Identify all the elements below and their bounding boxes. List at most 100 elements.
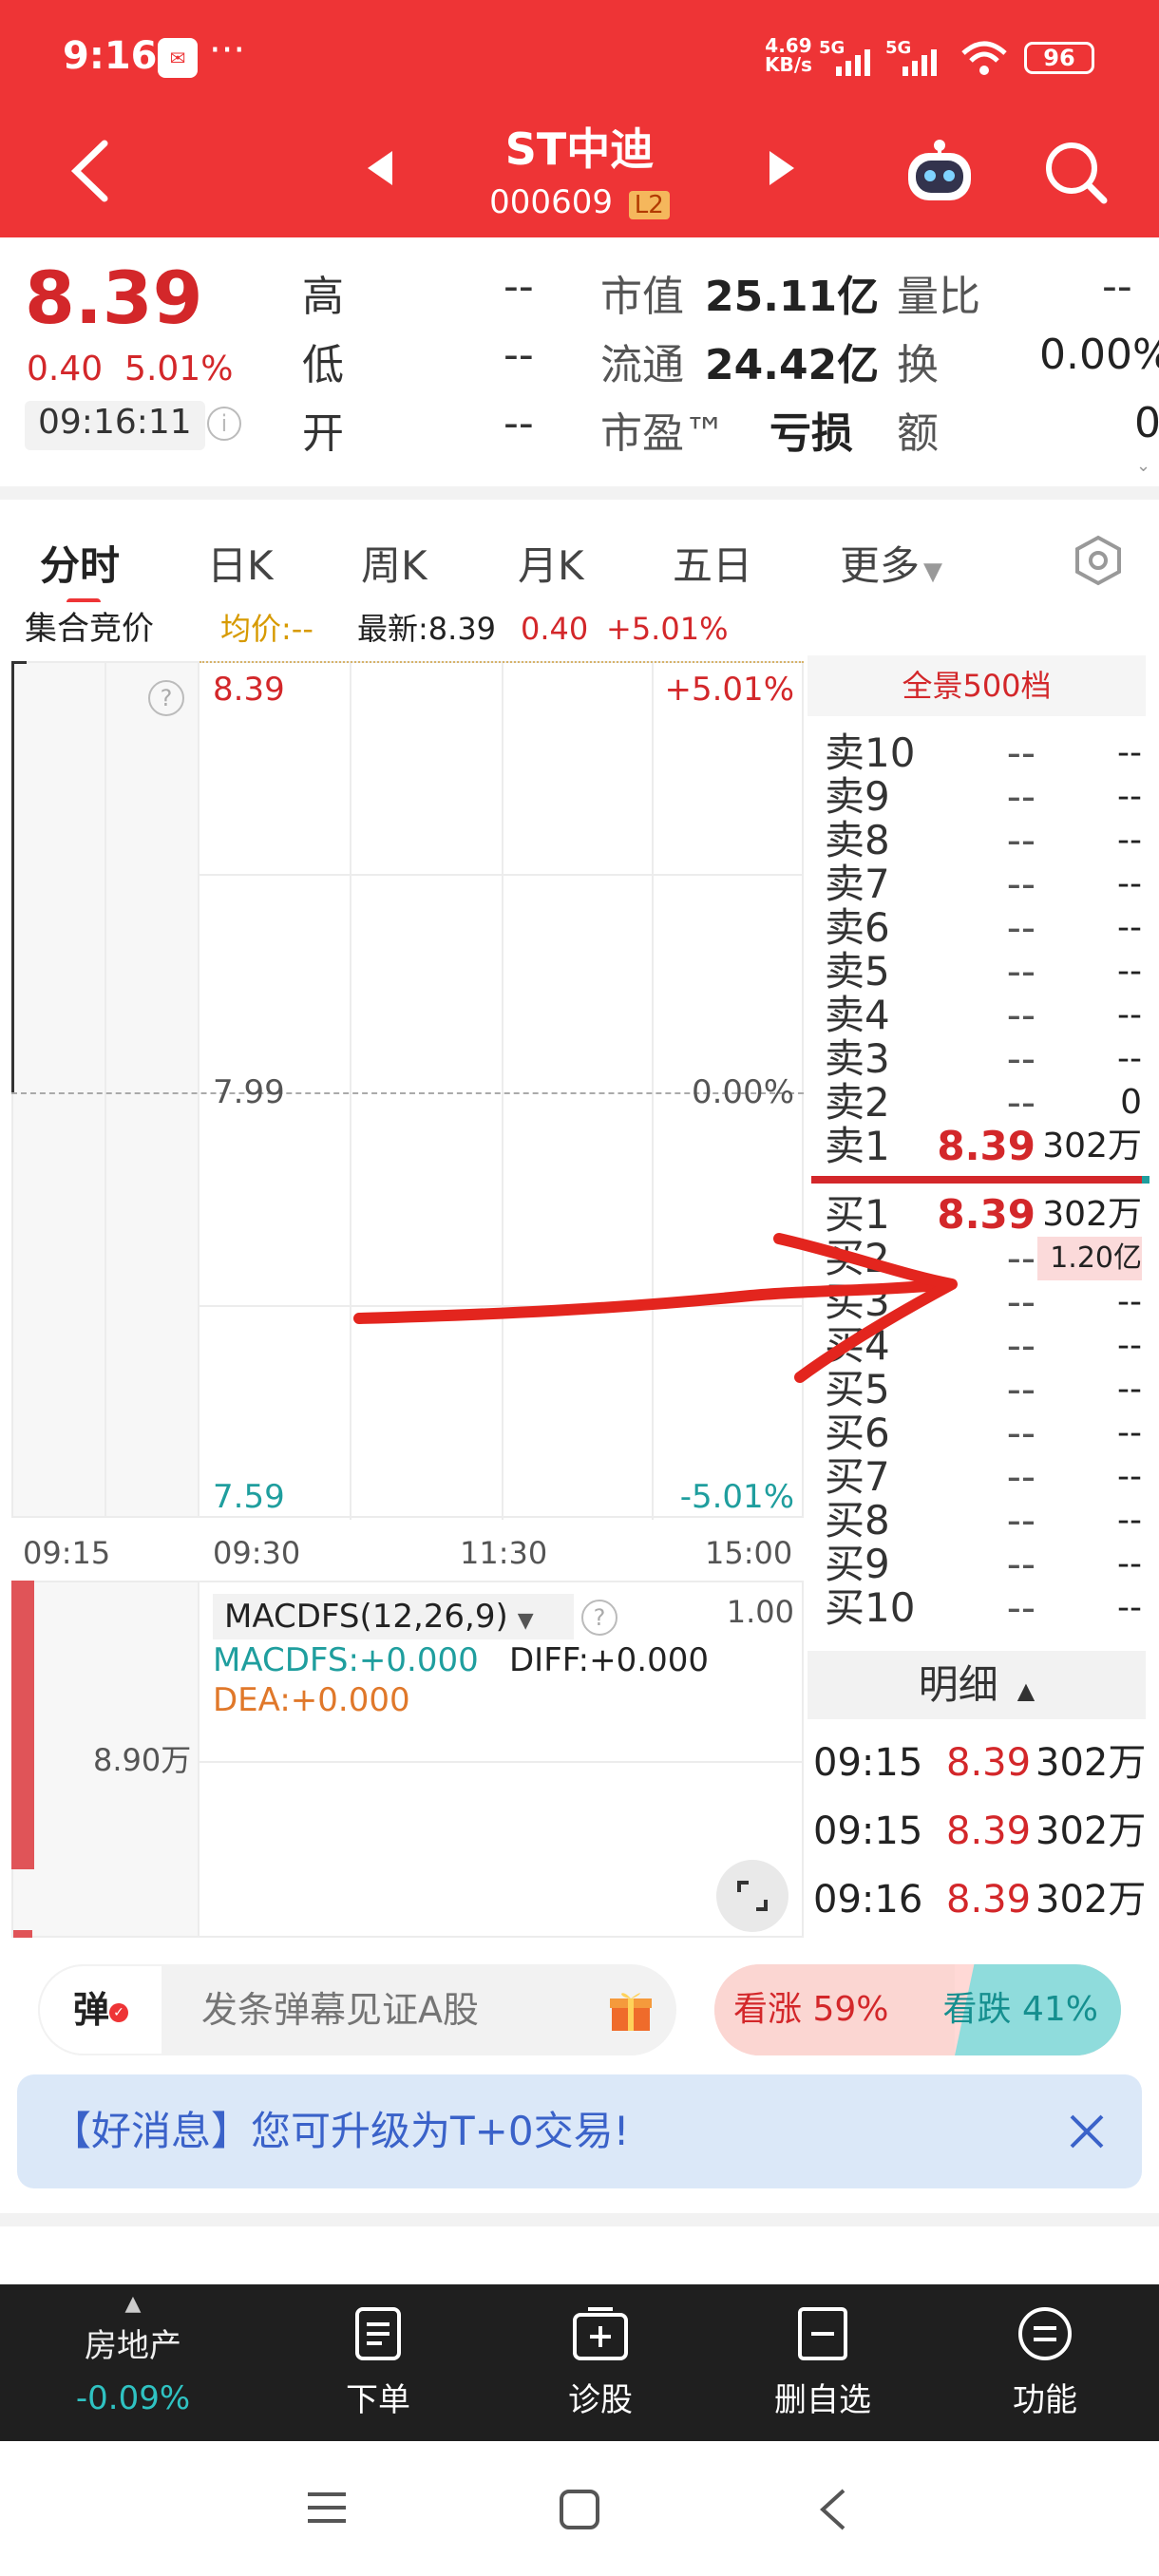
ask-row[interactable]: 卖4 -- -- bbox=[808, 994, 1159, 1037]
home-icon[interactable] bbox=[559, 2489, 600, 2530]
signal-2-icon bbox=[902, 49, 937, 76]
chart-settings-icon[interactable] bbox=[1072, 534, 1125, 587]
bid-volume: -- bbox=[1117, 1370, 1142, 1409]
sector-info-button[interactable]: ▲ 房地产 -0.09% bbox=[19, 2284, 247, 2441]
nav-functions[interactable]: 功能 bbox=[931, 2284, 1159, 2441]
bid-volume: -- bbox=[1117, 1413, 1142, 1452]
ask-volume: -- bbox=[1117, 1039, 1142, 1078]
danmaku-toggle[interactable]: 弹 ✓ bbox=[38, 1964, 163, 2055]
ask-level-label: 卖4 bbox=[825, 992, 890, 1038]
tab-monthly-k[interactable]: 月K bbox=[518, 534, 584, 592]
prev-stock-icon[interactable] bbox=[366, 149, 394, 187]
battery-level: 96 bbox=[1043, 45, 1075, 71]
remove-watchlist-icon bbox=[798, 2307, 847, 2360]
ask-row[interactable]: 卖2 -- 0 bbox=[808, 1081, 1159, 1125]
ask-row[interactable]: 卖8 -- -- bbox=[808, 819, 1159, 862]
amount-value: 0 bbox=[1134, 399, 1159, 447]
tab-more[interactable]: 更多 ▼ bbox=[840, 534, 942, 592]
ask-price: -- bbox=[1006, 729, 1036, 776]
fullscreen-icon[interactable] bbox=[716, 1860, 788, 1932]
trade-detail-time: 09:15 bbox=[813, 1809, 923, 1853]
pct-axis-mid: 0.00% bbox=[691, 1073, 794, 1111]
ask-row[interactable]: 卖3 -- -- bbox=[808, 1037, 1159, 1081]
tab-intraday[interactable]: 分时 bbox=[40, 534, 120, 592]
ask-row[interactable]: 卖10 -- -- bbox=[808, 731, 1159, 775]
nav-remove-watchlist[interactable]: 删自选 bbox=[709, 2284, 937, 2441]
upgrade-banner[interactable]: 【好消息】您可升级为T+0交易! bbox=[17, 2074, 1142, 2188]
tab-five-day[interactable]: 五日 bbox=[673, 534, 752, 592]
ask-row[interactable]: 卖9 -- -- bbox=[808, 775, 1159, 819]
danmaku-input[interactable] bbox=[201, 1983, 591, 2036]
check-badge-icon: ✓ bbox=[109, 2002, 128, 2022]
intraday-chart[interactable]: ? 8.39 7.99 7.59 +5.01% 0.00% -5.01% 09:… bbox=[0, 655, 808, 1571]
ask-row[interactable]: 卖7 -- -- bbox=[808, 862, 1159, 906]
macd-indicator-selector[interactable]: MACDFS(12,26,9) ▼ bbox=[213, 1594, 574, 1639]
volratio-label: 量比 bbox=[897, 273, 980, 321]
close-icon[interactable] bbox=[1068, 2112, 1106, 2150]
system-back-icon[interactable] bbox=[815, 2487, 849, 2532]
full-depth-button[interactable]: 全景500档 bbox=[808, 655, 1146, 716]
ask-volume: -- bbox=[1117, 995, 1142, 1034]
bullish-button[interactable]: 看涨 59% bbox=[733, 1964, 888, 2055]
ask-level-label: 卖1 bbox=[825, 1123, 890, 1169]
recent-apps-icon[interactable] bbox=[306, 2489, 348, 2527]
back-icon[interactable] bbox=[66, 138, 114, 204]
robot-assistant-icon[interactable] bbox=[902, 138, 977, 212]
bid-row[interactable]: 买10 -- -- bbox=[808, 1586, 1159, 1630]
collapse-triangle-icon: ▲ bbox=[1016, 1677, 1036, 1704]
ask-volume: -- bbox=[1117, 952, 1142, 991]
macd-panel: 8.90万 MACDFS(12,26,9) ▼ ? 1.00 MACDFS:+0.… bbox=[0, 1579, 808, 1938]
low-value: -- bbox=[504, 331, 534, 379]
stock-code-line: 000609 L2 bbox=[418, 183, 741, 221]
next-stock-icon[interactable] bbox=[768, 149, 796, 187]
ask-row[interactable]: 卖6 -- -- bbox=[808, 906, 1159, 950]
float-value: 24.42亿 bbox=[705, 341, 880, 389]
bid-volume: -- bbox=[1117, 1588, 1142, 1627]
macdfs-value: MACDFS:+0.000 bbox=[213, 1641, 479, 1679]
quote-time: 09:16:11 bbox=[25, 401, 205, 450]
info-icon[interactable]: i bbox=[207, 407, 241, 441]
tab-daily-k[interactable]: 日K bbox=[207, 534, 274, 592]
ask-price: -- bbox=[1006, 773, 1036, 820]
nav-place-order-label: 下单 bbox=[346, 2381, 410, 2419]
bid-row[interactable]: 买7 -- -- bbox=[808, 1455, 1159, 1499]
gift-icon[interactable] bbox=[606, 1985, 656, 2035]
level-badge: L2 bbox=[628, 191, 670, 219]
macd-help-icon[interactable]: ? bbox=[581, 1600, 618, 1636]
trade-detail-vol: 302万 bbox=[1036, 1878, 1147, 1922]
bid-row[interactable]: 买6 -- -- bbox=[808, 1411, 1159, 1455]
bid-row[interactable]: 买8 -- -- bbox=[808, 1499, 1159, 1543]
detail-header[interactable]: 明细 ▲ bbox=[808, 1651, 1146, 1719]
bearish-button[interactable]: 看跌 41% bbox=[943, 1964, 1098, 2055]
nav-place-order[interactable]: 下单 bbox=[264, 2284, 492, 2441]
ask-row[interactable]: 卖1 8.39 302万 bbox=[808, 1125, 1159, 1168]
help-icon[interactable]: ? bbox=[148, 680, 184, 716]
ask-row[interactable]: 卖5 -- -- bbox=[808, 950, 1159, 994]
search-icon[interactable] bbox=[1043, 138, 1110, 206]
net-speed-unit: KB/s bbox=[765, 53, 812, 76]
ask-price: -- bbox=[1006, 861, 1036, 907]
dropdown-triangle-icon: ▼ bbox=[923, 558, 943, 586]
bid-level-label: 买6 bbox=[825, 1410, 890, 1456]
ask-level-label: 卖5 bbox=[825, 948, 890, 994]
open-label: 开 bbox=[302, 409, 344, 458]
status-time: 9:16 bbox=[63, 34, 158, 78]
auction-vline bbox=[104, 661, 106, 1518]
bid-level-label: 买10 bbox=[825, 1584, 916, 1631]
nav-diagnose[interactable]: 诊股 bbox=[486, 2284, 714, 2441]
mktcap-value: 25.11亿 bbox=[705, 273, 880, 321]
ask-volume: 0 bbox=[1120, 1083, 1142, 1122]
bid-volume: -- bbox=[1117, 1457, 1142, 1496]
bid-row[interactable]: 买9 -- -- bbox=[808, 1543, 1159, 1586]
trade-detail-price: 8.39 bbox=[946, 1741, 1032, 1785]
bottom-action-bar: ▲ 房地产 -0.09% 下单 诊股 删自选 功能 bbox=[0, 2284, 1159, 2441]
ask-level-label: 卖8 bbox=[825, 817, 890, 863]
x-tick-0930: 09:30 bbox=[213, 1535, 301, 1571]
amount-label: 额 bbox=[897, 409, 939, 458]
nav-remove-watchlist-label: 删自选 bbox=[774, 2381, 871, 2419]
sector-up-triangle-icon: ▲ bbox=[124, 2292, 142, 2316]
tab-weekly-k[interactable]: 周K bbox=[361, 534, 428, 592]
expand-chevron-icon[interactable]: ⌄ bbox=[1136, 456, 1150, 476]
danmaku-input-bar[interactable]: 弹 ✓ bbox=[38, 1964, 676, 2055]
tab-more-label: 更多 bbox=[840, 542, 921, 589]
